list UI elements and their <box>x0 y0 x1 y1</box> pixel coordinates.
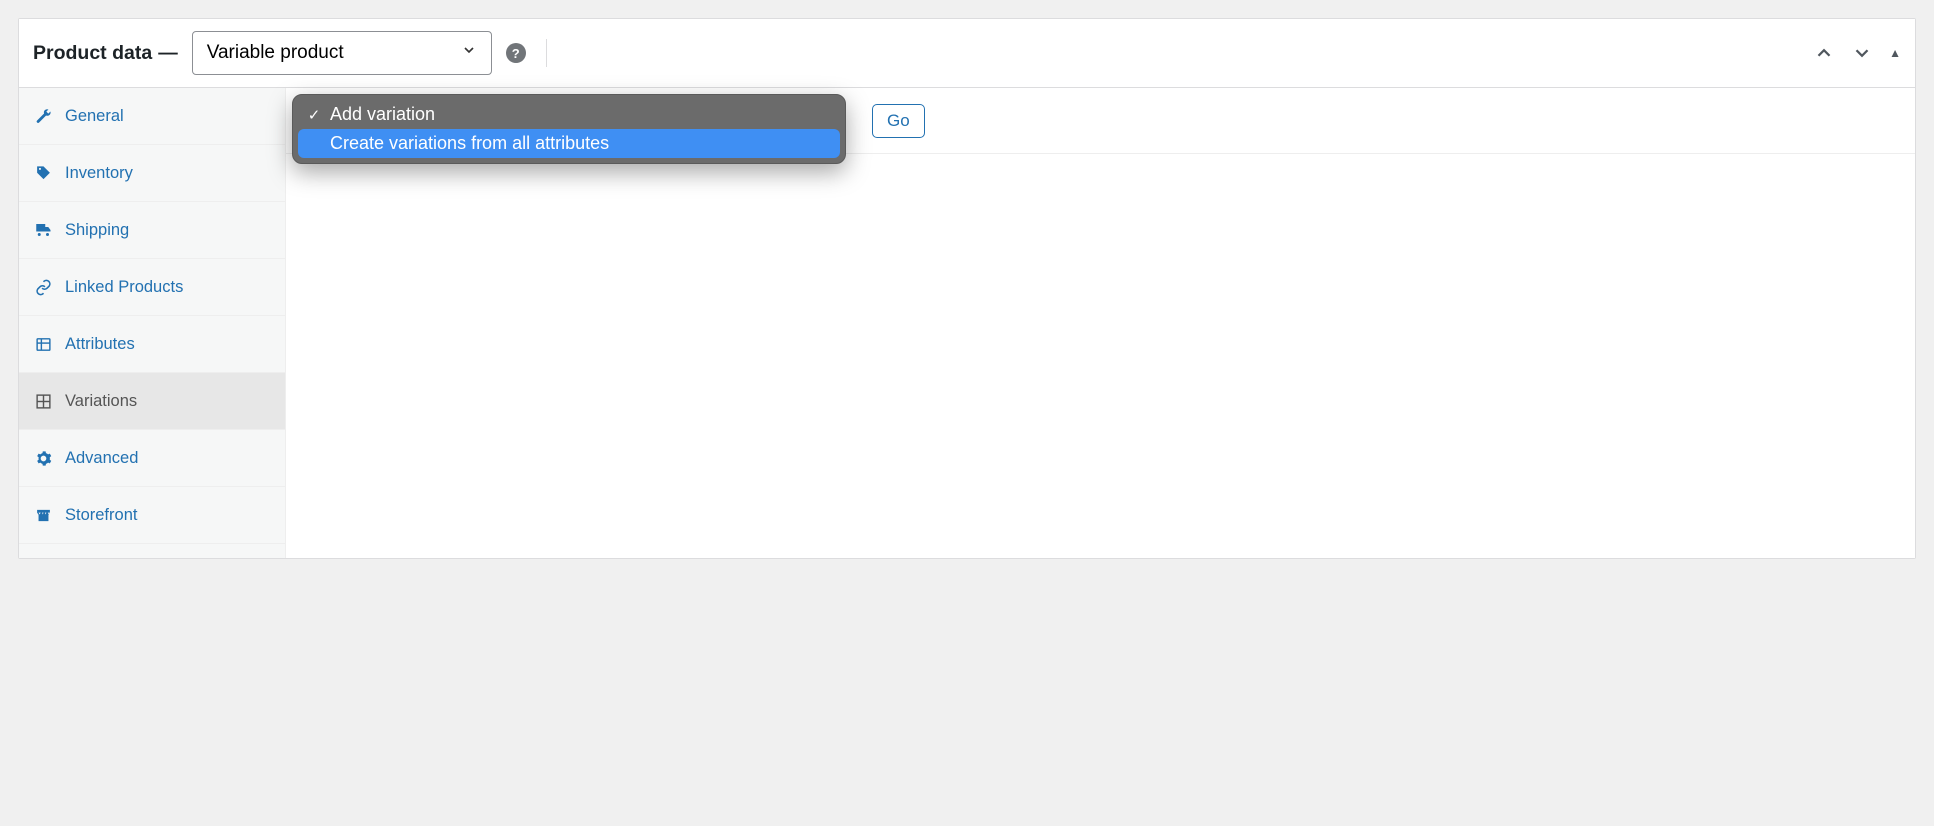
help-icon[interactable]: ? <box>506 43 526 63</box>
truck-icon <box>33 221 53 239</box>
panel-header-controls: ▲ <box>1813 42 1901 64</box>
content-area: Go ✓ Add variation ✓ Create variations f… <box>286 88 1915 558</box>
gear-icon <box>33 450 53 467</box>
sidebar-item-label: Variations <box>65 392 137 411</box>
sidebar-item-label: Storefront <box>65 506 137 525</box>
bulk-action-dropdown: ✓ Add variation ✓ Create variations from… <box>292 94 846 164</box>
sidebar-item-advanced[interactable]: Advanced <box>19 430 285 487</box>
separator <box>546 39 547 67</box>
grid-icon <box>33 393 53 410</box>
panel-body: General Inventory Shipping Linked Produc… <box>19 88 1915 558</box>
wrench-icon <box>33 108 53 125</box>
list-icon <box>33 336 53 353</box>
chevron-down-icon <box>461 42 477 64</box>
tag-icon <box>33 165 53 182</box>
product-data-panel: Product data — Variable product ? ▲ <box>18 18 1916 559</box>
sidebar-item-attributes[interactable]: Attributes <box>19 316 285 373</box>
title-dash: — <box>158 42 178 65</box>
product-type-select[interactable]: Variable product <box>192 31 492 75</box>
sidebar-item-storefront[interactable]: Storefront <box>19 487 285 544</box>
panel-header: Product data — Variable product ? ▲ <box>19 19 1915 88</box>
sidebar-item-label: Linked Products <box>65 278 183 297</box>
product-type-value: Variable product <box>207 42 344 64</box>
dropdown-option-label: Create variations from all attributes <box>330 133 609 154</box>
collapse-icon[interactable]: ▲ <box>1889 46 1901 60</box>
dropdown-option-label: Add variation <box>330 104 435 125</box>
go-button[interactable]: Go <box>872 104 925 138</box>
dropdown-option-create-variations[interactable]: ✓ Create variations from all attributes <box>298 129 840 158</box>
chevron-up-icon[interactable] <box>1813 42 1835 64</box>
store-icon <box>33 507 53 524</box>
sidebar-item-linked-products[interactable]: Linked Products <box>19 259 285 316</box>
panel-title-text: Product data <box>33 42 152 65</box>
dropdown-option-add-variation[interactable]: ✓ Add variation <box>298 100 840 129</box>
link-icon <box>33 279 53 296</box>
sidebar-item-inventory[interactable]: Inventory <box>19 145 285 202</box>
sidebar-item-label: Inventory <box>65 164 133 183</box>
chevron-down-icon[interactable] <box>1851 42 1873 64</box>
sidebar-item-label: Attributes <box>65 335 135 354</box>
sidebar-item-variations[interactable]: Variations <box>19 373 285 430</box>
sidebar-item-label: Shipping <box>65 221 129 240</box>
sidebar-item-label: General <box>65 107 124 126</box>
panel-title: Product data — <box>33 42 178 65</box>
sidebar-item-general[interactable]: General <box>19 88 285 145</box>
sidebar-item-shipping[interactable]: Shipping <box>19 202 285 259</box>
sidebar: General Inventory Shipping Linked Produc… <box>19 88 286 558</box>
sidebar-item-label: Advanced <box>65 449 138 468</box>
check-icon: ✓ <box>306 106 322 124</box>
